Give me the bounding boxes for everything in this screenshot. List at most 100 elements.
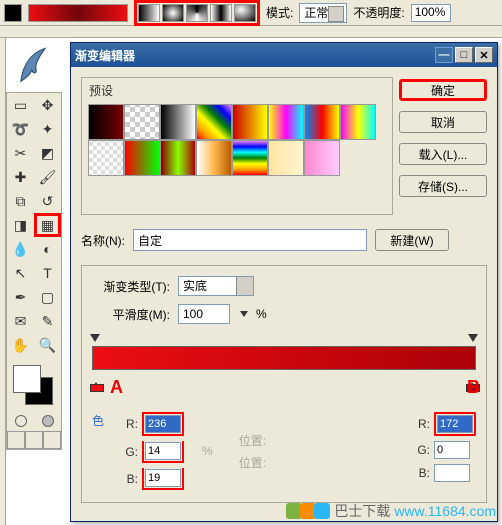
- linear-gradient-icon[interactable]: [138, 4, 160, 22]
- tool-color-swatch[interactable]: [4, 4, 22, 22]
- gradient-settings-panel: 渐变类型(T): 实底 平滑度(M): % A B 色: [81, 265, 487, 503]
- close-window-button[interactable]: ✕: [475, 47, 493, 63]
- shape-tool[interactable]: ▢: [34, 285, 61, 309]
- angle-gradient-icon[interactable]: [186, 4, 208, 22]
- g-input-left[interactable]: [145, 442, 181, 460]
- gradient-type-select[interactable]: 实底: [178, 276, 254, 296]
- name-input[interactable]: [133, 229, 367, 251]
- stamp-tool[interactable]: ⧉: [7, 189, 34, 213]
- preset-swatch[interactable]: [268, 140, 304, 176]
- b-label-right: B:: [414, 466, 430, 480]
- quickmask-mode-icon[interactable]: [34, 411, 61, 431]
- g-input-right[interactable]: [434, 441, 470, 459]
- lasso-tool[interactable]: ➰: [7, 117, 34, 141]
- preset-swatch[interactable]: [304, 104, 340, 140]
- dodge-tool[interactable]: ◐: [34, 237, 61, 261]
- watermark-url: www.11684.com: [394, 503, 496, 519]
- percent-label: %: [256, 307, 267, 321]
- blend-mode-select[interactable]: 正常: [299, 3, 347, 23]
- new-button[interactable]: 新建(W): [375, 229, 449, 251]
- titlebar[interactable]: 渐变编辑器 — □ ✕: [71, 43, 497, 67]
- minimize-window-button[interactable]: —: [435, 47, 453, 63]
- b-input-right[interactable]: [434, 464, 470, 482]
- r-input-right[interactable]: [437, 415, 473, 433]
- watermark: 巴士下载 www.11684.com: [288, 501, 496, 521]
- hand-tool[interactable]: ✋: [7, 333, 34, 357]
- marker-b-label: B: [467, 377, 480, 398]
- standard-mode-icon[interactable]: [7, 411, 34, 431]
- g-label-left: G:: [122, 445, 138, 459]
- color-swatches[interactable]: [7, 361, 61, 411]
- options-bar: 模式: 正常 不透明度: 100%: [0, 0, 502, 26]
- brush-tool[interactable]: 🖌: [34, 165, 61, 189]
- watermark-logo: [288, 503, 330, 519]
- preset-swatch[interactable]: [232, 140, 268, 176]
- preset-swatch[interactable]: [88, 140, 124, 176]
- preset-swatch[interactable]: [232, 104, 268, 140]
- opacity-field[interactable]: 100%: [411, 4, 451, 22]
- gradient-bar[interactable]: [92, 346, 476, 370]
- reflected-gradient-icon[interactable]: [210, 4, 232, 22]
- gradient-type-label: 渐变类型(T):: [92, 278, 170, 295]
- toolbox: ▭ ✥ ➰ ✦ ✂ ◩ ✚ 🖌 ⧉ ↺ ◨ ▦ 💧 ◐ ↖ T ✒ ▢ ✉ ✎ …: [6, 92, 62, 450]
- dropdown-arrow-icon[interactable]: [240, 311, 248, 317]
- dialog-title: 渐变编辑器: [75, 47, 135, 64]
- mode-label: 模式:: [266, 4, 293, 21]
- presets-panel: 预设: [81, 77, 393, 215]
- diamond-gradient-icon[interactable]: [234, 4, 256, 22]
- presets-label: 预设: [86, 82, 116, 99]
- preset-swatch[interactable]: [196, 140, 232, 176]
- eyedropper-tool[interactable]: ✎: [34, 309, 61, 333]
- gradient-ramp[interactable]: A B: [92, 334, 476, 392]
- gradient-picker[interactable]: [28, 4, 128, 22]
- preset-swatch[interactable]: [268, 104, 304, 140]
- move-tool[interactable]: ✥: [34, 93, 61, 117]
- load-button[interactable]: 载入(L)...: [399, 143, 487, 165]
- position-label-2: 位置:: [239, 454, 266, 471]
- gradient-type-group: [134, 0, 260, 26]
- preset-swatch[interactable]: [124, 140, 160, 176]
- preset-swatch[interactable]: [124, 104, 160, 140]
- blur-tool[interactable]: 💧: [7, 237, 34, 261]
- marquee-tool[interactable]: ▭: [7, 93, 34, 117]
- color-stop-left[interactable]: [90, 380, 102, 392]
- screen-full-icon[interactable]: [43, 431, 61, 449]
- r-input-left[interactable]: [145, 415, 181, 433]
- radial-gradient-icon[interactable]: [162, 4, 184, 22]
- type-tool[interactable]: T: [34, 261, 61, 285]
- preset-swatch[interactable]: [88, 104, 124, 140]
- wand-tool[interactable]: ✦: [34, 117, 61, 141]
- heal-tool[interactable]: ✚: [7, 165, 34, 189]
- preset-swatch[interactable]: [196, 104, 232, 140]
- app-logo: [6, 40, 62, 92]
- opacity-stop-right[interactable]: [468, 334, 478, 344]
- slice-tool[interactable]: ◩: [34, 141, 61, 165]
- preset-swatch[interactable]: [304, 140, 340, 176]
- history-brush-tool[interactable]: ↺: [34, 189, 61, 213]
- cancel-button[interactable]: 取消: [399, 111, 487, 133]
- save-button[interactable]: 存储(S)...: [399, 175, 487, 197]
- preset-swatch[interactable]: [340, 104, 376, 140]
- screen-full-menu-icon[interactable]: [25, 431, 43, 449]
- foreground-swatch[interactable]: [13, 365, 41, 393]
- opacity-stop-left[interactable]: [90, 334, 100, 344]
- help-button[interactable]: □: [455, 47, 473, 63]
- r-label-right: R:: [414, 417, 430, 431]
- b-input-left[interactable]: [145, 469, 181, 487]
- smoothness-input[interactable]: [178, 304, 230, 324]
- zoom-tool[interactable]: 🔍: [34, 333, 61, 357]
- gradient-tool[interactable]: ▦: [34, 213, 61, 237]
- notes-tool[interactable]: ✉: [7, 309, 34, 333]
- opacity-label: 不透明度:: [353, 4, 404, 21]
- preset-swatch[interactable]: [160, 104, 196, 140]
- percent-disabled: %: [202, 444, 213, 458]
- g-label-right: G:: [414, 443, 430, 457]
- pen-tool[interactable]: ✒: [7, 285, 34, 309]
- path-tool[interactable]: ↖: [7, 261, 34, 285]
- presets-grid: [88, 104, 388, 176]
- eraser-tool[interactable]: ◨: [7, 213, 34, 237]
- screen-normal-icon[interactable]: [7, 431, 25, 449]
- ok-button[interactable]: 确定: [399, 79, 487, 101]
- preset-swatch[interactable]: [160, 140, 196, 176]
- crop-tool[interactable]: ✂: [7, 141, 34, 165]
